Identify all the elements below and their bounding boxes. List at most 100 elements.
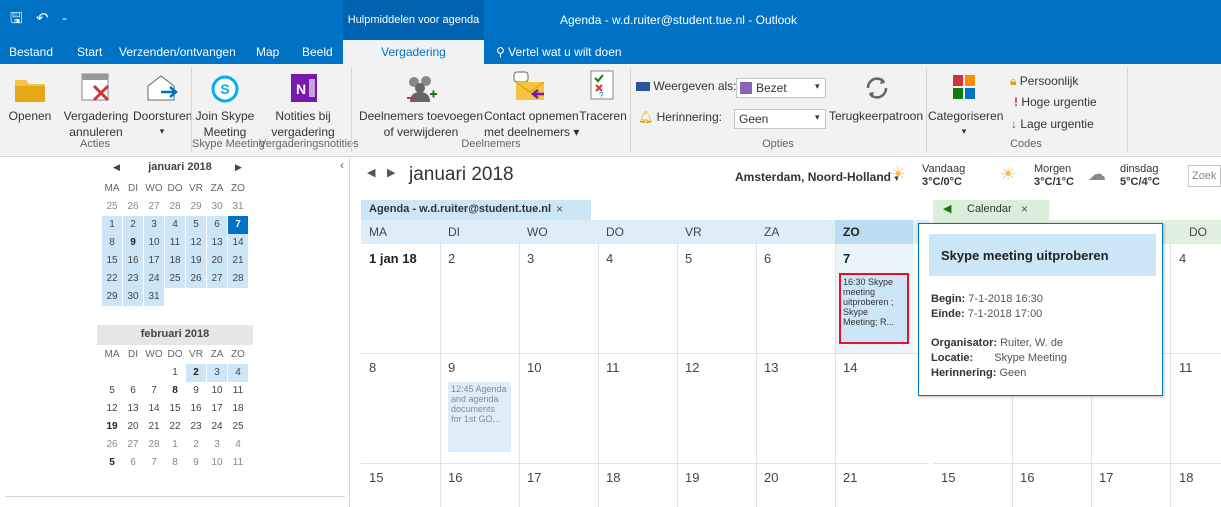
day-cell-date[interactable]: 20 — [764, 470, 778, 485]
calendar-tab-secondary[interactable]: ◀ Calendar × — [933, 200, 1049, 220]
day-cell-date[interactable]: 6 — [764, 251, 771, 266]
mini-cal-day[interactable]: 6 — [207, 216, 227, 234]
mini-cal-day[interactable]: 19 — [186, 252, 206, 270]
day-cell-date[interactable]: 4 — [1179, 251, 1186, 266]
search-input[interactable]: Zoek — [1188, 165, 1221, 187]
next-month-icon[interactable]: ▶ — [235, 162, 242, 173]
cancel-meeting-button[interactable]: Vergadering annuleren — [58, 68, 134, 139]
mini-cal-day[interactable]: 1 — [165, 436, 185, 454]
mini-cal-day[interactable]: 31 — [228, 198, 248, 216]
mini-cal-day[interactable]: 16 — [123, 252, 143, 270]
day-cell-date[interactable]: 5 — [685, 251, 692, 266]
day-cell-date[interactable]: 15 — [369, 470, 383, 485]
mini-cal-day[interactable]: 8 — [165, 454, 185, 472]
mini-cal-day[interactable]: 10 — [144, 234, 164, 252]
day-cell-date[interactable]: 15 — [941, 470, 955, 485]
day-cell-date[interactable]: 1 jan 18 — [369, 251, 417, 266]
mini-cal-day[interactable]: 8 — [165, 382, 185, 400]
save-icon[interactable]: 🖫 — [10, 11, 23, 27]
mini-cal-day[interactable]: 1 — [165, 364, 185, 382]
meeting-notes-button[interactable]: N Notities bij vergadering — [260, 68, 346, 139]
day-cell-date[interactable]: 11 — [1179, 360, 1193, 375]
mini-cal-day[interactable]: 9 — [123, 234, 143, 252]
day-cell-date[interactable]: 12 — [685, 360, 699, 375]
mini-cal-day[interactable]: 9 — [186, 454, 206, 472]
mini-cal-day[interactable]: 20 — [207, 252, 227, 270]
mini-cal-day[interactable]: 11 — [165, 234, 185, 252]
mini-cal-day[interactable]: 14 — [144, 400, 164, 418]
tab-meeting[interactable]: Vergadering — [343, 40, 484, 65]
mini-cal-day[interactable]: 25 — [228, 418, 248, 436]
mini-cal-day[interactable]: 31 — [144, 288, 164, 306]
tab-send-receive[interactable]: Verzenden/ontvangen — [119, 40, 236, 64]
mini-cal-day[interactable]: 5 — [186, 216, 206, 234]
day-cell-date[interactable]: 16 — [1020, 470, 1034, 485]
tab-file[interactable]: Bestand — [9, 40, 53, 64]
mini-cal-day[interactable]: 30 — [123, 288, 143, 306]
private-button[interactable]: 🔒︎ Persoonlijk — [1010, 74, 1078, 92]
categorize-button[interactable]: Categoriseren ▾ — [928, 68, 1003, 136]
mini-cal-day[interactable]: 2 — [186, 436, 206, 454]
mini-cal-day[interactable]: 29 — [102, 288, 122, 306]
mini-cal-day[interactable]: 10 — [207, 454, 227, 472]
mini-cal-day[interactable]: 28 — [165, 198, 185, 216]
day-cell-date[interactable]: 19 — [685, 470, 699, 485]
recurrence-button[interactable]: Terugkeerpatroon — [827, 68, 925, 136]
day-cell-date[interactable]: 16 — [448, 470, 462, 485]
mini-cal-day[interactable]: 13 — [207, 234, 227, 252]
day-cell-date[interactable]: 11 — [606, 360, 620, 375]
mini-cal-day[interactable]: 16 — [186, 400, 206, 418]
mini-cal-day[interactable]: 2 — [186, 364, 206, 382]
day-cell-date[interactable]: 17 — [1099, 470, 1113, 485]
mini-cal-day[interactable]: 22 — [102, 270, 122, 288]
mini-cal-day[interactable]: 27 — [144, 198, 164, 216]
tab-view[interactable]: Beeld — [302, 40, 333, 64]
appointment-selected[interactable]: 16:30 Skype meeting uitproberen ; Skype … — [839, 273, 909, 344]
collapse-pane-icon[interactable]: ‹ — [340, 158, 344, 172]
show-as-dropdown[interactable]: Bezet ▾ — [736, 78, 826, 98]
mini-cal-day[interactable]: 3 — [144, 216, 164, 234]
mini-cal-day[interactable]: 15 — [102, 252, 122, 270]
mini-cal-day[interactable]: 26 — [186, 270, 206, 288]
mini-cal-day[interactable]: 5 — [102, 382, 122, 400]
mini-cal-day[interactable]: 7 — [144, 454, 164, 472]
mini-cal-day[interactable]: 25 — [165, 270, 185, 288]
calendar-tab-primary[interactable]: Agenda - w.d.ruiter@student.tue.nl × — [361, 200, 591, 220]
tab-home[interactable]: Start — [77, 40, 102, 64]
day-cell-date[interactable]: 14 — [843, 360, 857, 375]
mini-cal-day[interactable]: 12 — [186, 234, 206, 252]
close-icon[interactable]: × — [1021, 202, 1028, 216]
mini-cal-day[interactable]: 27 — [123, 436, 143, 454]
mini-cal-day[interactable]: 6 — [123, 454, 143, 472]
mini-cal-day[interactable]: 4 — [228, 436, 248, 454]
mini-cal-day[interactable]: 19 — [102, 418, 122, 436]
mini-cal-day[interactable]: 2 — [123, 216, 143, 234]
mini-cal-day[interactable]: 12 — [102, 400, 122, 418]
mini-cal-day[interactable]: 21 — [144, 418, 164, 436]
tell-me-box[interactable]: ⚲ Vertel wat u wilt doen — [496, 40, 622, 64]
day-cell-date[interactable]: 13 — [764, 360, 778, 375]
mini-cal-day[interactable]: 26 — [123, 198, 143, 216]
weather-location[interactable]: Amsterdam, Noord-Holland ▾ — [735, 170, 899, 184]
mini-cal-day[interactable]: 9 — [186, 382, 206, 400]
mini-cal-day[interactable]: 7 — [144, 382, 164, 400]
qat-dropdown-icon[interactable]: ₌ — [62, 11, 67, 27]
mini-cal-day[interactable]: 27 — [207, 270, 227, 288]
contact-attendees-button[interactable]: Contact opnemen met deelnemers ▾ — [484, 68, 579, 139]
prev-month-icon[interactable]: ◀ — [113, 162, 120, 173]
day-cell-date[interactable]: 9 — [448, 360, 455, 375]
tab-folder[interactable]: Map — [256, 40, 279, 64]
mini-cal-day[interactable]: 26 — [102, 436, 122, 454]
day-cell-date[interactable]: 18 — [1179, 470, 1193, 485]
day-cell-date[interactable]: 17 — [527, 470, 541, 485]
mini-cal-day[interactable]: 1 — [102, 216, 122, 234]
join-skype-meeting-button[interactable]: S Join Skype Meeting — [192, 68, 258, 139]
mini-cal-day[interactable]: 17 — [144, 252, 164, 270]
day-cell-date[interactable]: 21 — [843, 470, 857, 485]
mini-cal-day[interactable]: 28 — [144, 436, 164, 454]
mini-cal-day[interactable]: 25 — [102, 198, 122, 216]
mini-cal-day[interactable]: 24 — [207, 418, 227, 436]
mini-cal-day[interactable]: 15 — [165, 400, 185, 418]
mini-cal-day[interactable]: 8 — [102, 234, 122, 252]
mini-cal-day[interactable]: 3 — [207, 436, 227, 454]
